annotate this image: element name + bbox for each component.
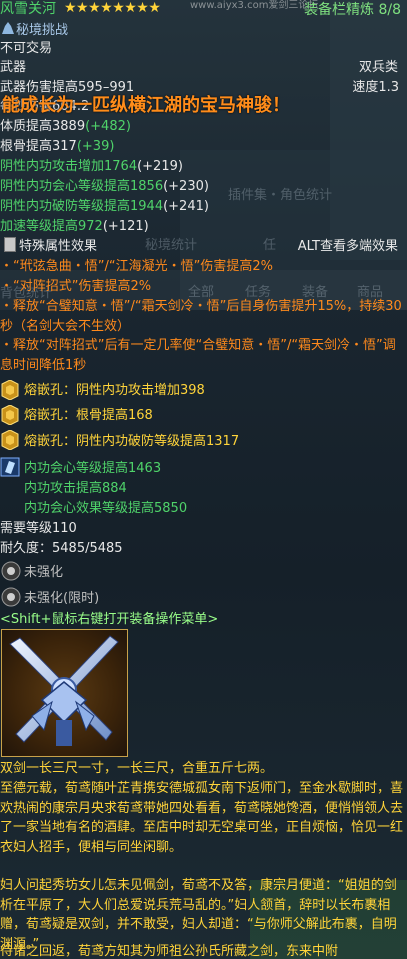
- durability: 耐久度：5485/5485: [0, 541, 123, 556]
- set-bonus: 内功会心等级提高1463: [24, 461, 162, 476]
- stat-base: 加速等级提高972: [0, 219, 103, 234]
- required-level: 需要等级110: [0, 521, 77, 536]
- stat-base: 体质提高3889: [0, 119, 86, 134]
- description: 双剑一长三尺一寸，一长三尺，合重五斤七两。: [0, 761, 274, 776]
- stat-crit: 阴性内功会心等级提高1856(+230): [0, 177, 407, 197]
- star-rating: ★★★★★★★★: [64, 0, 161, 16]
- stat-bonus: (+39): [76, 139, 115, 154]
- set-bonus: 内功攻击提高884: [24, 481, 127, 496]
- gem-socket: 熔嵌孔：阴性内功攻击增加398: [24, 383, 205, 398]
- alt-hint: ALT查看多端效果: [297, 239, 398, 254]
- gem-socket-icon: [0, 379, 20, 401]
- shift-menu-hint: <Shift+鼠标右键打开装备操作菜单>: [0, 612, 219, 627]
- special-effect: ・释放“对阵招式”后有一定几率使“合璧知意・悟”/“霜天剑冷・悟”调息时间降低1…: [0, 338, 396, 373]
- weapon-class: 双兵类: [358, 60, 398, 75]
- refine-slot: 装备栏精炼 8/8: [304, 2, 401, 18]
- item-category: 武器: [0, 60, 27, 75]
- watermark: www.aiyx3.com爱剑三论坛: [190, 0, 319, 11]
- enhance-slot-icon: [1, 561, 21, 581]
- stat-penetration: 阴性内功破防等级提高1944(+241): [0, 197, 407, 217]
- special-effect: ・释放“合璧知意・悟”/“霜天剑冷・悟”后自身伤害提升15%，持续30秒（名剑大…: [0, 299, 402, 334]
- gem-socket: 熔嵌孔：根骨提高168: [24, 408, 153, 423]
- trophy-icon: [2, 22, 14, 34]
- type-row: 武器 双兵类: [0, 58, 407, 78]
- stat-base: 根骨提高317: [0, 139, 77, 154]
- enhance-slot-icon: [1, 587, 21, 607]
- untradable: 不可交易: [0, 41, 53, 56]
- stat-bonus: (+241): [163, 199, 209, 214]
- stat-bonus: (+219): [137, 159, 183, 174]
- item-name: 风雪关河: [0, 1, 56, 17]
- stat-bonus: (+121): [102, 219, 149, 234]
- document-icon: [4, 237, 16, 252]
- stat-attack: 阴性内功攻击增加1764(+219): [0, 157, 407, 177]
- stat-base: 阴性内功攻击增加1764: [0, 159, 138, 174]
- stat-bonus: (+482): [85, 119, 131, 134]
- crystal-socket-icon: [0, 457, 20, 477]
- set-bonus: 内功会心效果等级提高5850: [24, 501, 188, 516]
- challenge-row: 秘境挑战: [0, 21, 407, 41]
- enhance-status: 未强化: [24, 565, 64, 580]
- gem-socket-icon: [0, 404, 20, 426]
- special-effects-header: 特殊属性效果 ALT查看多端效果: [0, 237, 407, 257]
- challenge-label: 秘境挑战: [16, 23, 69, 38]
- item-tooltip: 插件集・角色统计 秘境统计 任 全部 任务 装备 商品 风雪关河 ★★★★★★★…: [0, 0, 407, 959]
- attack-speed: 速度1.3: [352, 80, 399, 95]
- title-row: 风雪关河 ★★★★★★★★ www.aiyx3.com爱剑三论坛 装备栏精炼 8…: [0, 0, 407, 20]
- stat-base: 阴性内功破防等级提高1944: [0, 199, 164, 214]
- stat-constitution: 体质提高3889(+482): [0, 117, 407, 137]
- stat-bonus: (+230): [163, 179, 209, 194]
- stat-haste: 加速等级提高972(+121): [0, 217, 407, 237]
- special-effects-title: 特殊属性效果: [19, 239, 98, 254]
- stat-base: 阴性内功会心等级提高1856: [0, 179, 164, 194]
- gem-socket: 熔嵌孔：阴性内功破防等级提高1317: [24, 434, 240, 449]
- description: 至德元载，荀鸢随叶芷青携安德城孤女南下返师门，至金水歇脚时，喜欢热闹的康宗月央求…: [0, 781, 404, 855]
- gem-socket-icon: [0, 429, 20, 451]
- weapon-damage: 武器伤害提高595–991: [0, 80, 135, 95]
- description: 待诸之回返，荀鸢方知其为师祖公孙氏所藏之剑，东来中附: [0, 944, 339, 959]
- special-effect: ・“对阵招式”伤害提高2%: [0, 279, 152, 294]
- stat-root: 根骨提高317(+39): [0, 137, 407, 157]
- weapon-artwork: [1, 629, 128, 757]
- enhance-status: 未强化(限时): [24, 591, 100, 606]
- special-effect: ・“玳弦急曲・悟”/“江海凝光・悟”伤害提高2%: [0, 259, 273, 274]
- twin-swords-icon: [9, 635, 119, 746]
- overlay-ad-text: 能成长为一匹纵横江湖的宝马神骏！: [2, 95, 290, 116]
